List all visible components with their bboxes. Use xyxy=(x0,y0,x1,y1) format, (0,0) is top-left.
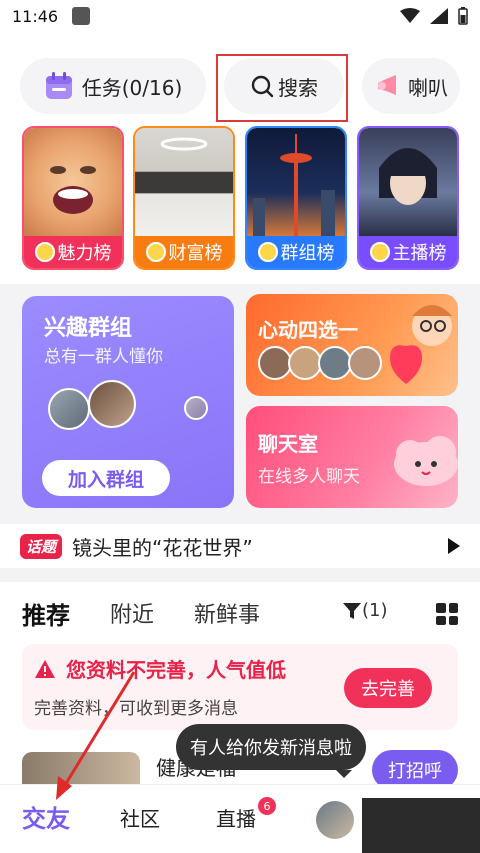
avatar xyxy=(258,346,292,380)
group-subtitle: 总有一群人懂你 xyxy=(44,347,163,367)
chat-title: 聊天室 xyxy=(258,432,318,456)
rank-label-anchor: 主播榜 xyxy=(392,243,447,264)
medal-icon xyxy=(369,242,390,262)
avatar xyxy=(318,346,352,380)
topic-badge: 话题 xyxy=(20,533,63,559)
new-message-tooltip: 有人给你发新消息啦 xyxy=(176,724,366,778)
complete-profile-button[interactable]: 去完善 xyxy=(344,668,432,708)
user-photo xyxy=(22,752,140,786)
horn-label: 喇叭 xyxy=(408,75,448,100)
topic-bar[interactable]: 话题 镜头里的“花花世界” xyxy=(0,524,480,568)
chat-subtitle: 在线多人聊天 xyxy=(258,467,360,487)
signal-icon xyxy=(430,8,448,24)
join-group-button[interactable]: 加入群组 xyxy=(42,460,170,496)
status-time: 11:46 xyxy=(12,6,59,26)
avatar xyxy=(288,346,322,380)
interest-group-card[interactable]: 兴趣群组 总有一群人懂你 加入群组 xyxy=(22,296,234,508)
calendar-icon xyxy=(45,72,72,99)
match-title: 心动四选一 xyxy=(258,318,358,342)
rank-tile-wealth[interactable]: 财富榜 xyxy=(133,126,235,270)
rank-band-wealth: 财富榜 xyxy=(135,236,233,268)
warning-subtitle: 完善资料，可收到更多消息 xyxy=(34,699,238,719)
funnel-icon xyxy=(343,602,361,619)
status-bar: 11:46 xyxy=(0,0,480,32)
nav-community[interactable]: 社区 xyxy=(120,803,160,832)
rank-band-charm: 魅力榜 xyxy=(24,236,122,268)
section-divider xyxy=(0,568,480,582)
rank-tile-group[interactable]: 群组榜 xyxy=(245,126,347,270)
rank-band-anchor: 主播榜 xyxy=(359,236,457,268)
play-icon[interactable] xyxy=(448,538,460,554)
avatar xyxy=(48,388,90,430)
grid-view-icon[interactable] xyxy=(436,603,458,625)
anime-portrait-photo xyxy=(359,128,457,236)
pick-one-card[interactable]: 心动四选一 xyxy=(246,294,458,396)
city-photo xyxy=(247,128,345,238)
nav-live[interactable]: 直播 xyxy=(216,803,256,832)
rank-label-group: 群组榜 xyxy=(280,243,335,264)
room-photo xyxy=(135,128,233,236)
avatar xyxy=(88,380,136,428)
status-icons xyxy=(400,7,468,25)
baby-photo xyxy=(24,128,122,236)
wifi-icon xyxy=(400,8,420,23)
rank-tile-charm[interactable]: 魅力榜 xyxy=(22,126,124,270)
battery-icon xyxy=(458,7,468,25)
tab-fresh[interactable]: 新鲜事 xyxy=(194,597,260,629)
tab-nearby[interactable]: 附近 xyxy=(110,597,154,629)
rank-band-group: 群组榜 xyxy=(247,236,345,268)
tab-recommend[interactable]: 推荐 xyxy=(22,596,70,631)
rank-tile-anchor[interactable]: 主播榜 xyxy=(357,126,459,270)
ranking-tiles: 魅力榜 财富榜 群组榜 主播榜 xyxy=(20,126,460,272)
dark-overlay-corner xyxy=(362,798,480,853)
warning-title: 您资料不完善，人气值低 xyxy=(66,658,286,682)
space-needle-icon xyxy=(253,134,335,238)
filter-count: (1) xyxy=(362,600,388,621)
nav-profile-avatar[interactable] xyxy=(316,801,354,839)
topic-text: 镜头里的“花花世界” xyxy=(72,535,253,560)
warning-icon xyxy=(35,659,55,678)
medal-icon xyxy=(34,242,55,262)
search-highlight-box xyxy=(216,54,348,122)
horn-button[interactable]: 喇叭 xyxy=(362,58,460,114)
chat-room-card[interactable]: 聊天室 在线多人聊天 xyxy=(246,406,458,508)
portrait-icon xyxy=(379,148,437,205)
feed-tabs: 推荐 附近 新鲜事 (1) xyxy=(0,588,480,638)
notification-icon xyxy=(72,7,91,25)
cartoon-heart-icon xyxy=(390,305,452,384)
avatar xyxy=(348,346,382,380)
horn-icon xyxy=(378,75,396,95)
task-label: 任务(0/16) xyxy=(81,75,183,100)
medal-icon xyxy=(257,242,278,262)
rank-label-charm: 魅力榜 xyxy=(57,243,112,264)
profile-warning-card: 您资料不完善，人气值低 完善资料，可收到更多消息 去完善 xyxy=(22,644,458,730)
laughing-face-icon xyxy=(50,166,96,214)
avatar xyxy=(184,396,208,420)
filter-button[interactable]: (1) xyxy=(342,600,388,621)
ceiling-lamp-icon xyxy=(160,137,208,151)
medal-icon xyxy=(145,242,166,262)
warning-title-row: 您资料不完善，人气值低 xyxy=(34,654,286,683)
group-title: 兴趣群组 xyxy=(44,316,133,341)
task-button[interactable]: 任务(0/16) xyxy=(20,58,206,114)
live-badge: 6 xyxy=(258,797,276,815)
nav-make-friends[interactable]: 交友 xyxy=(22,799,70,834)
cloud-heart-icon xyxy=(394,436,458,486)
rank-label-wealth: 财富榜 xyxy=(168,243,223,264)
